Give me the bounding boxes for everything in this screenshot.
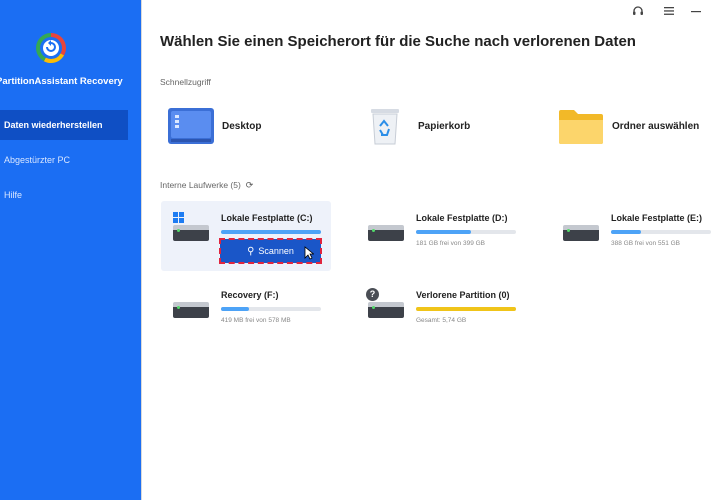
hard-drive-icon (368, 302, 404, 318)
quick-access-select-folder[interactable]: Ordner auswählen (558, 106, 718, 150)
folder-icon (559, 110, 603, 144)
internal-drives-label: Interne Laufwerke (5) ⟳ (160, 180, 253, 191)
drive-name: Lokale Festplatte (D:) (416, 213, 508, 223)
windows-logo-icon (173, 212, 185, 224)
page-title: Wählen Sie einen Speicherort für die Suc… (160, 33, 636, 50)
usage-bar-fill (416, 230, 471, 234)
hard-drive-icon (368, 225, 404, 241)
hard-drive-icon (173, 302, 209, 318)
usage-bar-fill (221, 307, 249, 311)
quick-access-recycle-bin[interactable]: Papierkorb (364, 106, 524, 150)
drive-card-lost-partition[interactable]: ? Verlorene Partition (0) Gesamt: 5,74 G… (356, 278, 526, 348)
drive-card-d[interactable]: Lokale Festplatte (D:) 181 GB frei von 3… (356, 201, 526, 271)
quick-access-label-trash: Papierkorb (418, 121, 471, 132)
drive-name: Lokale Festplatte (E:) (611, 213, 703, 223)
drive-total-size: Gesamt: 5,74 GB (416, 317, 467, 324)
headset-icon[interactable] (630, 5, 646, 21)
usage-bar-fill (221, 230, 321, 234)
quick-access-desktop[interactable]: Desktop (168, 106, 338, 150)
usage-bar-fill (416, 307, 516, 311)
drive-name: Recovery (F:) (221, 290, 279, 300)
drive-card-e[interactable]: Lokale Festplatte (E:) 388 GB frei von 5… (551, 201, 720, 271)
sidebar-item-crashed-pc[interactable]: Abgestürzter PC (0, 145, 128, 175)
quick-access-label-desktop: Desktop (222, 121, 262, 132)
sidebar: PartitionAssistant Recovery Daten wieder… (0, 0, 141, 500)
drive-free-space: 419 MB frei von 578 MB (221, 317, 291, 324)
drive-free-space: 388 GB frei von 551 GB (611, 240, 681, 247)
internal-drives-label-text: Interne Laufwerke (5) (160, 180, 241, 190)
usage-bar (416, 230, 516, 234)
usage-bar (611, 230, 711, 234)
quick-access-label-folder: Ordner auswählen (612, 121, 700, 132)
app-name: PartitionAssistant Recovery (0, 76, 123, 87)
search-icon: ⚲ (247, 246, 255, 257)
drive-card-f[interactable]: Recovery (F:) 419 MB frei von 578 MB (161, 278, 331, 348)
mouse-cursor-icon (304, 246, 314, 260)
usage-bar-fill (611, 230, 641, 234)
sidebar-item-recover-data[interactable]: Daten wiederherstellen (0, 110, 128, 140)
app-logo-icon (36, 33, 66, 63)
hard-drive-icon (173, 225, 209, 241)
hamburger-icon[interactable] (661, 5, 677, 21)
drive-card-c[interactable]: Lokale Festplatte (C:) ⚲ Scannen (161, 201, 331, 271)
question-mark-icon: ? (366, 288, 379, 301)
drive-name: Lokale Festplatte (C:) (221, 213, 313, 223)
refresh-icon[interactable]: ⟳ (246, 180, 254, 191)
scan-button-label: Scannen (258, 246, 294, 256)
quick-access-label: Schnellzugriff (160, 77, 211, 87)
hard-drive-icon (563, 225, 599, 241)
usage-bar (221, 307, 321, 311)
usage-bar (221, 230, 321, 234)
sidebar-item-help[interactable]: Hilfe (0, 180, 128, 210)
minimize-icon[interactable] (688, 5, 704, 21)
recycle-bin-icon (371, 109, 399, 145)
usage-bar (416, 307, 516, 311)
drive-name: Verlorene Partition (0) (416, 290, 510, 300)
sidebar-divider (141, 0, 142, 500)
desktop-icon (168, 108, 214, 144)
drive-free-space: 181 GB frei von 399 GB (416, 240, 486, 247)
